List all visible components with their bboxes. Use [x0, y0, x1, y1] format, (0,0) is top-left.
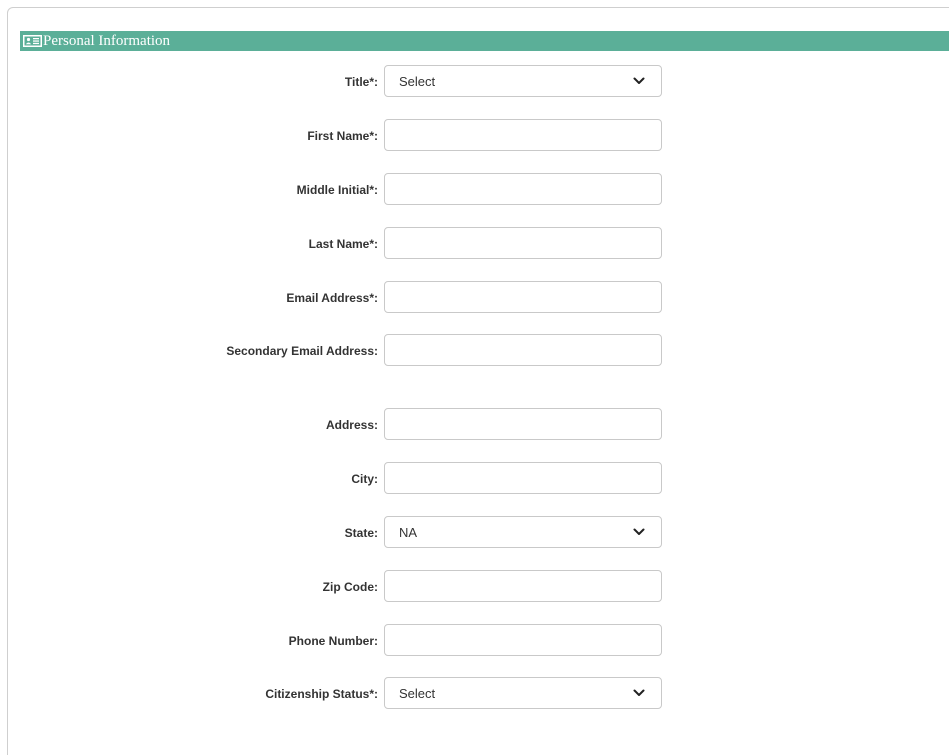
middle-initial-input[interactable] — [384, 173, 662, 205]
middle-initial-row: Middle Initial*: — [0, 173, 949, 207]
section-title: Personal Information — [43, 33, 171, 49]
phone-number-row: Phone Number: — [0, 624, 949, 658]
title-select[interactable]: Select — [384, 65, 662, 97]
middle-initial-label: Middle Initial*: — [296, 183, 378, 197]
secondary-email-input[interactable] — [384, 334, 662, 366]
citizenship-status-select-value: Select — [399, 685, 436, 701]
first-name-row: First Name*: — [0, 119, 949, 153]
last-name-row: Last Name*: — [0, 227, 949, 261]
citizenship-status-row: Citizenship Status*: Select — [0, 677, 949, 711]
section-header: Personal Information — [20, 31, 949, 51]
chevron-down-icon — [633, 689, 645, 696]
zip-code-input[interactable] — [384, 570, 662, 602]
email-row: Email Address*: — [0, 281, 949, 315]
address-label: Address: — [325, 418, 378, 432]
city-label: City: — [351, 472, 378, 486]
secondary-email-label: Secondary Email Address: — [226, 344, 378, 358]
title-row: Title*: Select — [0, 65, 949, 99]
address-row: Address: — [0, 408, 949, 442]
state-row: State: NA — [0, 516, 949, 550]
phone-number-input[interactable] — [384, 624, 662, 656]
first-name-label: First Name*: — [307, 129, 378, 143]
city-input[interactable] — [384, 462, 662, 494]
citizenship-status-label: Citizenship Status*: — [265, 687, 378, 701]
zip-code-label: Zip Code: — [322, 580, 378, 594]
state-select[interactable]: NA — [384, 516, 662, 548]
address-input[interactable] — [384, 408, 662, 440]
state-select-value: NA — [399, 524, 418, 540]
id-card-icon — [23, 35, 42, 47]
phone-number-label: Phone Number: — [288, 634, 378, 648]
email-label: Email Address*: — [286, 291, 378, 305]
chevron-down-icon — [633, 528, 645, 535]
city-row: City: — [0, 462, 949, 496]
zip-code-row: Zip Code: — [0, 570, 949, 604]
citizenship-status-select[interactable]: Select — [384, 677, 662, 709]
title-select-value: Select — [399, 73, 436, 89]
chevron-down-icon — [633, 77, 645, 84]
first-name-input[interactable] — [384, 119, 662, 151]
state-label: State: — [344, 526, 378, 540]
secondary-email-row: Secondary Email Address: — [0, 334, 949, 368]
last-name-label: Last Name*: — [308, 237, 378, 251]
form-page: Personal Information Title*: Select Firs… — [0, 0, 949, 755]
last-name-input[interactable] — [384, 227, 662, 259]
title-label: Title*: — [344, 75, 378, 89]
email-input[interactable] — [384, 281, 662, 313]
